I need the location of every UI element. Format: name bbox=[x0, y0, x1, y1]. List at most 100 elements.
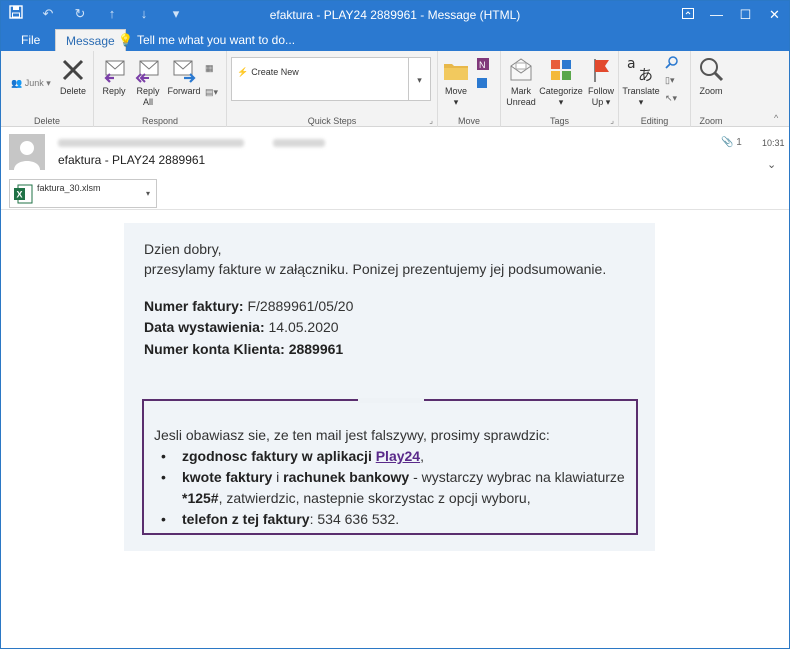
attachment-count-value: 1 bbox=[736, 137, 742, 148]
svg-text:N: N bbox=[479, 60, 486, 70]
junk-icon: 👥 bbox=[11, 78, 23, 88]
actions-icon[interactable] bbox=[476, 77, 492, 91]
editing-group: aあ Translate ▾ ▯▾ ↖▾ Editing bbox=[619, 51, 691, 127]
svg-text:X: X bbox=[17, 190, 23, 200]
mark-unread-label-1: Mark bbox=[511, 86, 531, 96]
forward-button[interactable]: Forward bbox=[166, 56, 202, 97]
quick-steps-more-button[interactable]: ▾ bbox=[409, 57, 431, 101]
quick-steps-launcher-icon[interactable]: ⌟ bbox=[429, 116, 433, 125]
item2-bold2: rachunek bankowy bbox=[283, 469, 410, 485]
close-icon[interactable]: ✕ bbox=[760, 1, 789, 29]
invoice-number-label: Numer faktury: bbox=[144, 298, 244, 314]
sender-redacted bbox=[58, 139, 244, 147]
item3-bold: telefon z tej faktury bbox=[182, 511, 310, 527]
categorize-icon bbox=[551, 60, 571, 80]
tell-me-label: Tell me what you want to do... bbox=[136, 33, 296, 47]
respond-group: Reply Reply All Forward ▦ ▤▾ Respond bbox=[94, 51, 227, 127]
respond-group-label: Respond bbox=[141, 116, 179, 126]
meeting-icon[interactable]: ▦ bbox=[205, 63, 214, 74]
minimize-icon[interactable]: — bbox=[702, 1, 731, 29]
junk-button[interactable]: 👥 Junk ▾ bbox=[11, 78, 51, 89]
delete-group-label: Delete bbox=[33, 116, 60, 126]
invoice-number-value: F/2889961/05/20 bbox=[247, 298, 354, 314]
recipient-redacted bbox=[273, 139, 325, 147]
reply-button[interactable]: Reply bbox=[98, 56, 130, 97]
forward-label: Forward bbox=[167, 86, 201, 96]
verification-notice-box: Jesli obawiasz sie, ze ten mail jest fal… bbox=[142, 398, 638, 535]
categorize-label: Categorize bbox=[539, 86, 583, 96]
magnifier-icon bbox=[700, 58, 724, 82]
sender-avatar bbox=[9, 134, 45, 170]
notice-border-gap bbox=[358, 398, 424, 403]
notice-list-item: • bbox=[161, 511, 166, 527]
paperclip-icon: 📎 bbox=[721, 137, 734, 148]
translate-icon: aあ bbox=[627, 56, 653, 84]
mark-unread-label-2: Unread bbox=[506, 97, 536, 107]
move-button[interactable]: Move ▾ bbox=[440, 56, 472, 108]
zoom-label: Zoom bbox=[699, 86, 723, 96]
lightbulb-icon: 💡 bbox=[118, 33, 133, 47]
maximize-icon[interactable]: ☐ bbox=[731, 1, 760, 29]
reply-all-button[interactable]: Reply All bbox=[132, 56, 164, 108]
quick-steps-gallery: ⚡ Create New bbox=[231, 57, 409, 101]
tags-group: Mark Unread Categorize ▾ Follow Up ▾ Tags… bbox=[501, 51, 619, 127]
tell-me-search[interactable]: 💡 Tell me what you want to do... bbox=[118, 29, 295, 51]
window-title: efaktura - PLAY24 2889961 - Message (HTM… bbox=[269, 8, 521, 22]
item3-tail: : 534 636 532. bbox=[309, 511, 400, 527]
item1-tail: , bbox=[420, 448, 424, 464]
zoom-group: Zoom Zoom bbox=[691, 51, 731, 127]
tab-message[interactable]: Message bbox=[55, 29, 126, 51]
notice-intro: Jesli obawiasz sie, ze ten mail jest fal… bbox=[154, 427, 550, 443]
greeting: Dzien dobry, bbox=[144, 241, 222, 257]
issue-date-value: 14.05.2020 bbox=[268, 319, 339, 335]
notice-item-amount-cont: *125#, zatwierdzic, nastepnie skorzystac… bbox=[182, 490, 531, 506]
attachment-dropdown-icon[interactable]: ▾ bbox=[146, 189, 150, 198]
attachment-chip[interactable]: X faktura_30.xlsm ▾ bbox=[9, 179, 157, 208]
ribbon-display-icon[interactable] bbox=[673, 1, 702, 29]
onenote-icon[interactable]: N bbox=[476, 57, 490, 73]
create-new-quick-step[interactable]: ⚡ Create New bbox=[237, 67, 299, 78]
more-respond-icon[interactable]: ▤▾ bbox=[205, 87, 218, 98]
tab-file[interactable]: File bbox=[11, 29, 50, 51]
message-header: efaktura - PLAY24 2889961 📎 1 10:31 ⌄ X … bbox=[1, 128, 789, 210]
zoom-button[interactable]: Zoom bbox=[693, 56, 729, 97]
select-icon[interactable]: ↖▾ bbox=[665, 93, 677, 104]
notice-list-item: • bbox=[161, 448, 166, 464]
envelope-icon bbox=[510, 58, 532, 81]
quick-steps-group-label: Quick Steps bbox=[307, 116, 357, 126]
tags-group-label: Tags bbox=[549, 116, 569, 126]
item1-bold: zgodnosc faktury w aplikacji bbox=[182, 448, 372, 464]
related-icon[interactable]: ▯▾ bbox=[665, 75, 674, 86]
attachment-filename: faktura_30.xlsm bbox=[37, 183, 101, 193]
item2-mid: i bbox=[272, 469, 284, 485]
forward-icon bbox=[173, 60, 196, 83]
message-body: Dzien dobry, przesylamy fakture w załącz… bbox=[1, 211, 789, 648]
delete-icon bbox=[62, 59, 84, 81]
tags-launcher-icon[interactable]: ⌟ bbox=[610, 116, 614, 125]
follow-up-button[interactable]: Follow Up ▾ bbox=[585, 56, 617, 108]
mark-unread-button[interactable]: Mark Unread bbox=[505, 56, 537, 108]
item2-tail2: , zatwierdzic, nastepnie skorzystac z op… bbox=[218, 490, 531, 506]
move-label: Move bbox=[444, 86, 467, 96]
intro-text: przesylamy fakture w załączniku. Ponizej… bbox=[144, 261, 607, 277]
title-bar: ↶ ↻ ↑ ↓ ▾ efaktura - PLAY24 2889961 - Me… bbox=[1, 1, 789, 29]
svg-text:あ: あ bbox=[638, 66, 653, 84]
item2-bold1: kwote faktury bbox=[182, 469, 273, 485]
lightning-icon: ⚡ bbox=[237, 67, 249, 77]
delete-button[interactable]: Delete bbox=[57, 56, 89, 97]
issue-date-line: Data wystawienia: 14.05.2020 bbox=[144, 319, 339, 335]
received-time: 10:31 bbox=[762, 138, 785, 148]
follow-up-label-2: Up bbox=[591, 97, 604, 107]
ribbon-tab-bar: File Message 💡 Tell me what you want to d… bbox=[1, 29, 789, 51]
play24-link[interactable]: Play24 bbox=[376, 448, 420, 464]
notice-item-app: zgodnosc faktury w aplikacji Play24, bbox=[182, 448, 424, 464]
find-icon[interactable] bbox=[665, 55, 679, 71]
categorize-button[interactable]: Categorize ▾ bbox=[539, 56, 583, 108]
reply-all-icon bbox=[135, 60, 159, 83]
svg-text:a: a bbox=[627, 56, 636, 72]
account-number-label: Numer konta Klienta: bbox=[144, 341, 285, 357]
expand-header-icon[interactable]: ⌄ bbox=[767, 158, 776, 171]
translate-button[interactable]: aあ Translate ▾ bbox=[621, 54, 661, 108]
collapse-ribbon-icon[interactable]: ^ bbox=[774, 113, 778, 123]
notice-list-item: • bbox=[161, 469, 166, 485]
